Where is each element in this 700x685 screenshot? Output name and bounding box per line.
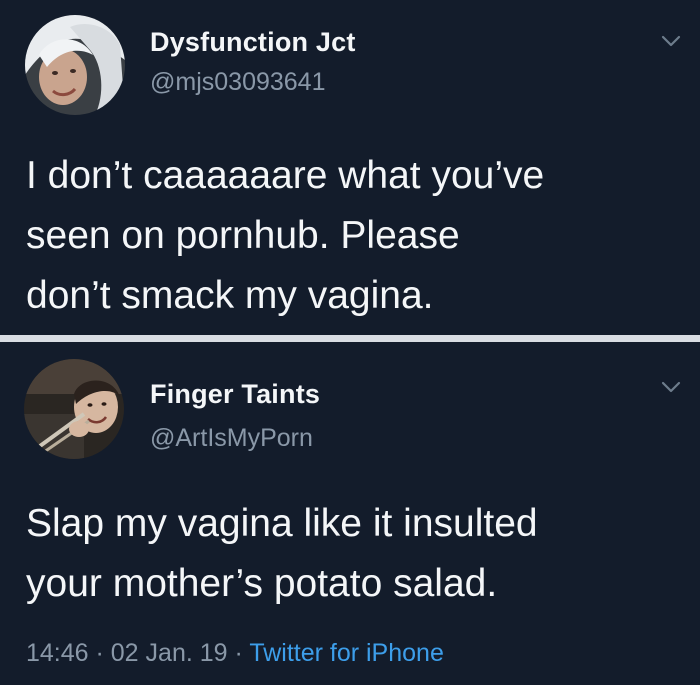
divider [0,335,700,342]
user-handle[interactable]: @mjs03093641 [150,68,326,97]
avatar[interactable] [24,359,124,459]
tweet-text: I don’t caaaaaare what you’ve seen on po… [26,154,545,317]
display-name[interactable]: Dysfunction Jct [150,27,356,58]
tweet-text: Slap my vagina like it insulted your mot… [26,502,538,605]
source-link[interactable]: Twitter for iPhone [249,639,444,667]
tweet-card-1[interactable]: Dysfunction Jct @mjs03093641 I don’t caa… [0,0,700,335]
avatar-photo-2 [24,359,124,459]
tweet-card-2[interactable]: Finger Taints @ArtIsMyPorn Slap my vagin… [0,342,700,685]
chevron-down-icon[interactable] [660,379,682,395]
timestamp[interactable]: 14:46 [26,639,89,667]
display-name[interactable]: Finger Taints [150,379,320,410]
user-handle[interactable]: @ArtIsMyPorn [150,424,313,453]
avatar[interactable] [25,15,125,115]
separator: · [88,639,111,667]
date[interactable]: 02 Jan. 19 [111,639,228,667]
avatar-photo-1 [25,15,125,115]
chevron-down-icon[interactable] [660,33,682,49]
separator: · [227,639,250,667]
tweet-metadata: 14:46 · 02 Jan. 19 · Twitter for iPhone [26,639,444,668]
